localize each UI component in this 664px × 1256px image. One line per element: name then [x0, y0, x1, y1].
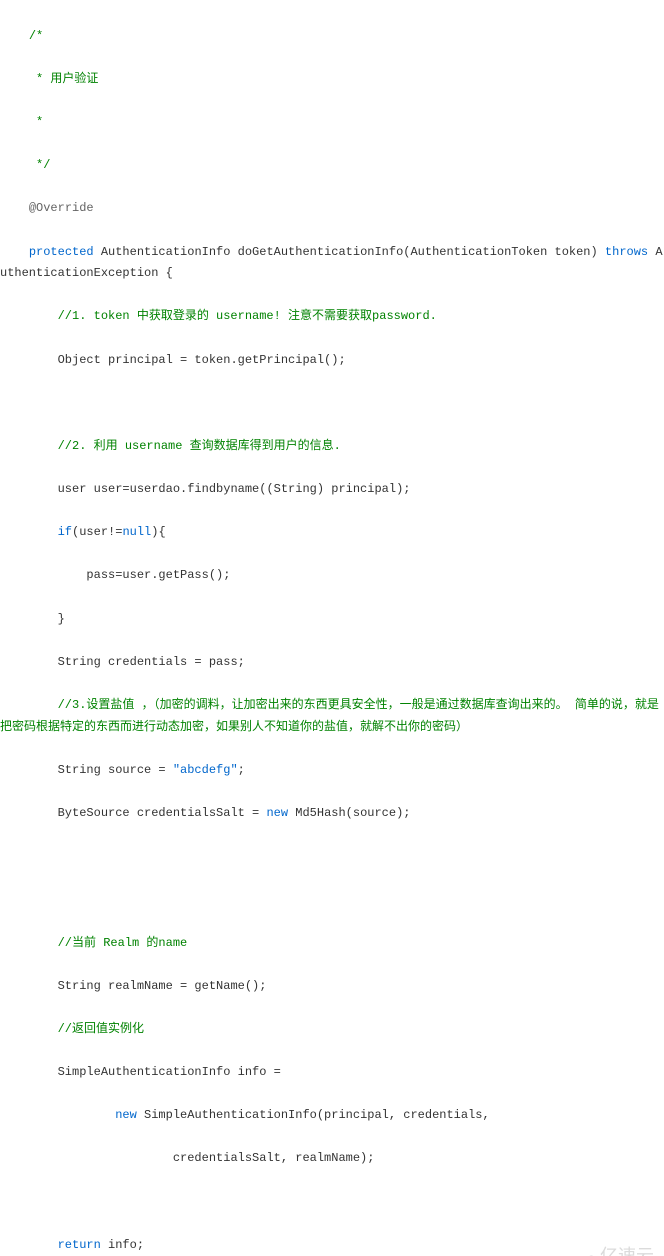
code-line: user user=userdao.findbyname((String) pr… [0, 479, 664, 501]
plain-text: SimpleAuthenticationInfo(principal, cred… [137, 1108, 490, 1122]
code-line: //3.设置盐值 ，（加密的调料，让加密出来的东西更具安全性，一般是通过数据库查… [0, 695, 664, 738]
plain-text: String realmName = getName(); [58, 979, 267, 993]
comment: * [29, 115, 43, 129]
code-line: credentialsSalt, realmName); [0, 1148, 664, 1170]
keyword: if [58, 525, 72, 539]
code-line: String realmName = getName(); [0, 976, 664, 998]
code-line: //1. token 中获取登录的 username! 注意不需要获取passw… [0, 306, 664, 328]
plain-text [58, 1108, 116, 1122]
code-line: Object principal = token.getPrincipal(); [0, 350, 664, 372]
code-block: /* * 用户验证 * */ @Override protected Authe… [0, 0, 664, 1256]
code-line [0, 393, 664, 415]
code-line: String source = "abcdefg"; [0, 760, 664, 782]
code-line: * [0, 112, 664, 134]
plain-text: credentialsSalt, realmName); [58, 1151, 375, 1165]
plain-text: } [58, 612, 65, 626]
plain-text: Object principal = token.getPrincipal(); [58, 353, 346, 367]
code-line [0, 846, 664, 868]
plain-text: user user=userdao.findbyname((String) pr… [58, 482, 411, 496]
code-line: return info; [0, 1235, 664, 1256]
comment: //1. token 中获取登录的 username! 注意不需要获取passw… [58, 309, 437, 323]
keyword: new [266, 806, 288, 820]
comment: //当前 Realm 的name [58, 936, 188, 950]
code-line: * 用户验证 [0, 69, 664, 91]
cloud-icon: ☁ [580, 1240, 598, 1256]
code-line: ByteSource credentialsSalt = new Md5Hash… [0, 803, 664, 825]
code-line: //返回值实例化 [0, 1019, 664, 1041]
plain-text: String credentials = pass; [58, 655, 245, 669]
plain-text: (user!= [72, 525, 122, 539]
plain-text: ByteSource credentialsSalt = [58, 806, 267, 820]
code-line: //当前 Realm 的name [0, 933, 664, 955]
annotation: @Override [29, 201, 94, 215]
keyword: null [122, 525, 151, 539]
plain-text: ; [238, 763, 245, 777]
string-literal: "abcdefg" [173, 763, 238, 777]
code-line: */ [0, 155, 664, 177]
code-line: } [0, 609, 664, 631]
plain-text: String source = [58, 763, 173, 777]
plain-text: info; [101, 1238, 144, 1252]
comment: //返回值实例化 [58, 1022, 144, 1036]
plain-text: ){ [151, 525, 165, 539]
watermark: ☁亿速云 [580, 1240, 654, 1256]
watermark-text: 亿速云 [600, 1246, 654, 1256]
comment: */ [29, 158, 51, 172]
comment: * 用户验证 [29, 72, 99, 86]
plain-text: Md5Hash(source); [288, 806, 410, 820]
code-line: new SimpleAuthenticationInfo(principal, … [0, 1105, 664, 1127]
code-line: /* [0, 26, 664, 48]
code-line [0, 1192, 664, 1214]
code-line: String credentials = pass; [0, 652, 664, 674]
keyword: throws [605, 245, 648, 259]
code-line [0, 889, 664, 911]
comment: //3.设置盐值 ，（加密的调料，让加密出来的东西更具安全性，一般是通过数据库查… [0, 698, 659, 734]
keyword: new [115, 1108, 137, 1122]
code-line: if(user!=null){ [0, 522, 664, 544]
code-line: protected AuthenticationInfo doGetAuthen… [0, 242, 664, 285]
code-line: pass=user.getPass(); [0, 565, 664, 587]
keyword: return [58, 1238, 101, 1252]
code-line: //2. 利用 username 查询数据库得到用户的信息. [0, 436, 664, 458]
plain-text: pass=user.getPass(); [58, 568, 231, 582]
comment: //2. 利用 username 查询数据库得到用户的信息. [58, 439, 341, 453]
code-line: @Override [0, 198, 664, 220]
code-line: SimpleAuthenticationInfo info = [0, 1062, 664, 1084]
plain-text: AuthenticationInfo doGetAuthenticationIn… [94, 245, 605, 259]
comment: /* [29, 29, 43, 43]
keyword: protected [29, 245, 94, 259]
plain-text: SimpleAuthenticationInfo info = [58, 1065, 281, 1079]
